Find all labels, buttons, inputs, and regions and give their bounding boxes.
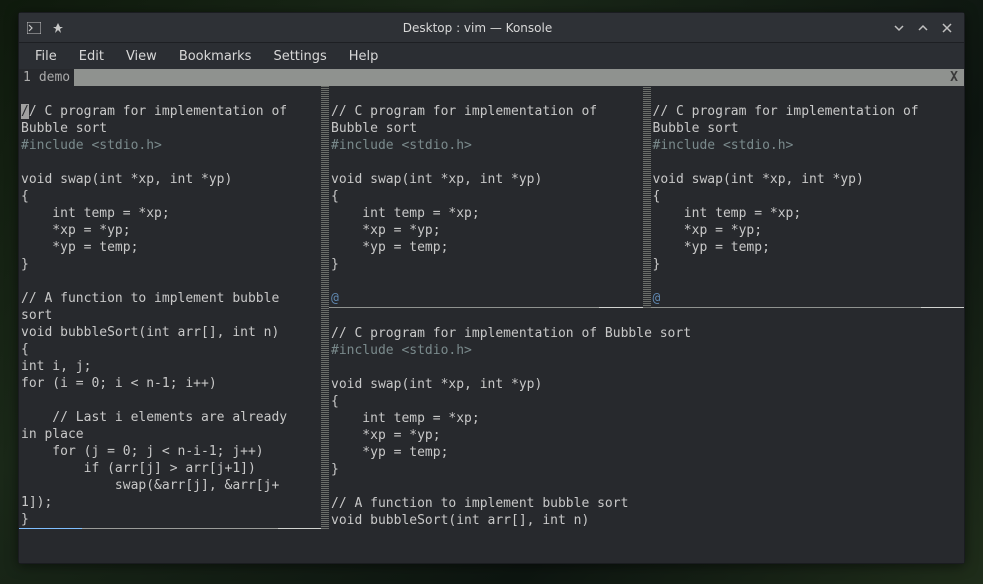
tab-name[interactable]: demo bbox=[35, 69, 74, 86]
code-line: Bubble sort bbox=[653, 121, 739, 136]
code-line: } bbox=[653, 257, 661, 272]
menu-file[interactable]: File bbox=[25, 46, 67, 67]
code-line: void swap(int *xp, int *yp) bbox=[21, 172, 232, 187]
menu-help[interactable]: Help bbox=[339, 46, 389, 67]
vim-pane-top-right[interactable]: // C program for implementation of Bubbl… bbox=[651, 86, 965, 308]
code-line: void swap(int *xp, int *yp) bbox=[331, 172, 542, 187]
code-line: *yp = temp; bbox=[331, 445, 448, 460]
pin-icon[interactable] bbox=[49, 19, 67, 37]
close-button[interactable] bbox=[936, 17, 958, 39]
code-line: // C program for implementation of bbox=[331, 104, 597, 119]
code-line: if (arr[j] > arr[j+1]) bbox=[21, 461, 256, 476]
code-line: int i, j; bbox=[21, 359, 91, 374]
konsole-window: Desktop : vim — Konsole File Edit View B… bbox=[18, 12, 965, 564]
code-line: #include <stdio.h> bbox=[21, 138, 162, 153]
titlebar[interactable]: Desktop : vim — Konsole bbox=[19, 13, 964, 43]
code-line: // A function to implement bubble bbox=[21, 291, 279, 306]
terminal-bottom bbox=[19, 529, 964, 563]
maximize-button[interactable] bbox=[912, 17, 934, 39]
code-line: *xp = *yp; bbox=[653, 223, 763, 238]
code-line: *xp = *yp; bbox=[21, 223, 131, 238]
code-line: *xp = *yp; bbox=[331, 223, 441, 238]
code-line: void bubbleSort(int arr[], int n) bbox=[21, 325, 279, 340]
code-line: } bbox=[331, 257, 339, 272]
vim-panes: // C program for implementation of Bubbl… bbox=[19, 86, 964, 529]
code-line: // A function to implement bubble sort bbox=[331, 496, 628, 511]
vertical-separator[interactable] bbox=[643, 86, 651, 308]
code-line: // Last i elements are already bbox=[21, 410, 287, 425]
code-line: Bubble sort bbox=[21, 121, 107, 136]
code-line: { bbox=[21, 342, 29, 357]
code-line: in place bbox=[21, 427, 84, 442]
vertical-separator[interactable] bbox=[321, 86, 329, 529]
code-line: void swap(int *xp, int *yp) bbox=[331, 377, 542, 392]
code-line: int temp = *xp; bbox=[653, 206, 802, 221]
menu-view[interactable]: View bbox=[116, 46, 167, 67]
status-pct: 2% bbox=[236, 528, 268, 529]
code-line: for (i = 0; i < n-1; i++) bbox=[21, 376, 217, 391]
status-file: demo bbox=[92, 528, 135, 529]
code-line: void swap(int *xp, int *yp) bbox=[653, 172, 864, 187]
code-line: { bbox=[653, 189, 661, 204]
code-line: #include <stdio.h> bbox=[653, 138, 794, 153]
code-line: Bubble sort bbox=[331, 121, 417, 136]
code-line: *yp = temp; bbox=[331, 240, 448, 255]
menu-edit[interactable]: Edit bbox=[69, 46, 114, 67]
code-line: for (j = 0; j < n-i-1; j++) bbox=[21, 444, 264, 459]
code-line: { bbox=[331, 189, 339, 204]
overflow-marker: @ bbox=[331, 291, 339, 306]
vim-mode: NORMAL bbox=[19, 528, 82, 529]
code-line: #include <stdio.h> bbox=[331, 138, 472, 153]
code-line: #include <stdio.h> bbox=[331, 343, 472, 358]
code-line: sort bbox=[21, 308, 52, 323]
code-line: int temp = *xp; bbox=[331, 206, 480, 221]
code-line: { bbox=[21, 189, 29, 204]
overflow-marker: @ bbox=[653, 291, 661, 306]
code-line: } bbox=[21, 257, 29, 272]
vim-tabbar: 1 demo X bbox=[19, 69, 964, 86]
code-line: 1]); bbox=[21, 495, 52, 510]
code-line: int temp = *xp; bbox=[331, 411, 480, 426]
terminal-icon bbox=[25, 19, 43, 37]
code-line: void bubbleSort(int arr[], int n) bbox=[331, 513, 589, 528]
tab-close[interactable]: X bbox=[944, 69, 964, 86]
menubar: File Edit View Bookmarks Settings Help bbox=[19, 43, 964, 69]
code-line: // C program for implementation of Bubbl… bbox=[331, 326, 691, 341]
code-line: *xp = *yp; bbox=[331, 428, 441, 443]
vim-pane-bottom-right[interactable]: // C program for implementation of Bubbl… bbox=[329, 308, 964, 529]
code-line: *yp = temp; bbox=[653, 240, 770, 255]
cursor: / bbox=[21, 104, 29, 119]
vim-pane-left[interactable]: // C program for implementation of Bubbl… bbox=[19, 86, 321, 529]
code-line: { bbox=[331, 394, 339, 409]
terminal-area[interactable]: 1 demo X // C program for implementation… bbox=[19, 69, 964, 563]
menu-settings[interactable]: Settings bbox=[263, 46, 336, 67]
code-line: // C program for implementation of bbox=[653, 104, 919, 119]
code-line: int temp = *xp; bbox=[21, 206, 170, 221]
statusbar-active: NORMAL demo 2% 1:1 bbox=[19, 528, 321, 529]
status-pos: 1:1 bbox=[278, 528, 321, 529]
code-line: swap(&arr[j], &arr[j+ bbox=[21, 478, 279, 493]
minimize-button[interactable] bbox=[888, 17, 910, 39]
code-line: } bbox=[331, 462, 339, 477]
code-line: *yp = temp; bbox=[21, 240, 138, 255]
code-line: } bbox=[21, 512, 29, 527]
vim-pane-top-middle[interactable]: // C program for implementation of Bubbl… bbox=[329, 86, 643, 308]
tab-number[interactable]: 1 bbox=[19, 69, 35, 86]
menu-bookmarks[interactable]: Bookmarks bbox=[169, 46, 262, 67]
window-title: Desktop : vim — Konsole bbox=[67, 21, 888, 35]
